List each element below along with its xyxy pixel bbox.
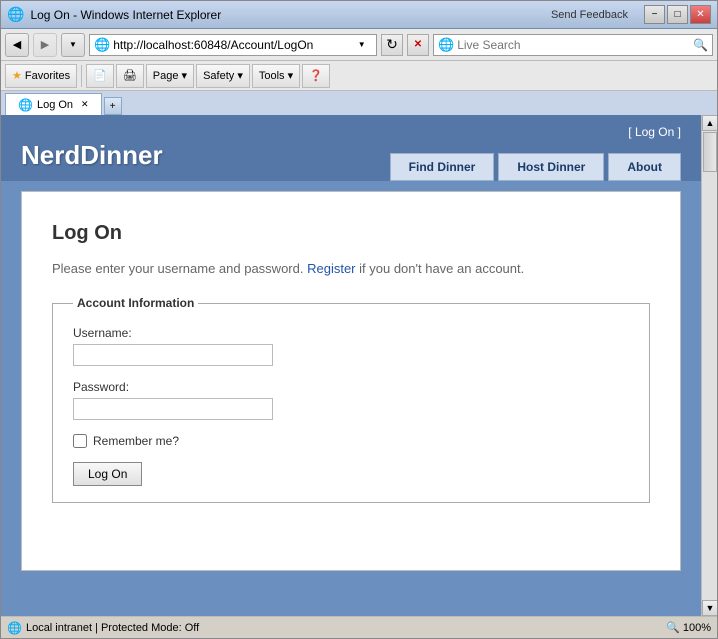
window-title: Log On - Windows Internet Explorer — [30, 8, 221, 22]
help-button[interactable]: ❓ — [302, 64, 330, 88]
tab-label: Log On — [37, 99, 73, 111]
scroll-down-button[interactable]: ▼ — [702, 600, 717, 616]
star-icon: ★ — [12, 69, 22, 82]
password-input[interactable] — [73, 398, 273, 420]
address-bar: ◀ ▶ ▼ 🌐 ▼ ↻ ✕ 🌐 🔍 — [1, 29, 717, 61]
tab-close-icon[interactable]: ✕ — [81, 99, 89, 110]
log-on-header-link: [ Log On ] — [628, 125, 681, 153]
page-button[interactable]: Page ▾ — [146, 64, 194, 88]
site-logo: NerdDinner — [21, 140, 163, 181]
rss-button[interactable]: 📄 — [86, 64, 114, 88]
refresh-button[interactable]: ↻ — [381, 34, 403, 56]
send-feedback-link[interactable]: Send Feedback — [551, 9, 628, 21]
about-nav[interactable]: About — [608, 153, 681, 181]
stop-button[interactable]: ✕ — [407, 34, 429, 56]
scroll-track[interactable] — [702, 131, 717, 600]
logon-desc-prefix: Please enter your username and password. — [52, 261, 307, 276]
remember-me-label: Remember me? — [93, 434, 179, 448]
dropdown-url-button[interactable]: ▼ — [351, 33, 372, 57]
dropdown-button[interactable]: ▼ — [61, 33, 85, 57]
status-right: 🔍 100% — [666, 621, 711, 634]
find-dinner-nav[interactable]: Find Dinner — [390, 153, 495, 181]
remember-me-row: Remember me? — [73, 434, 629, 448]
page-label: Page ▾ — [153, 69, 187, 82]
favorites-label: Favorites — [25, 70, 70, 82]
status-text: Local intranet | Protected Mode: Off — [26, 622, 199, 634]
forward-button[interactable]: ▶ — [33, 33, 57, 57]
address-field-wrap: 🌐 ▼ — [89, 34, 377, 56]
tab-bar: 🌐 Log On ✕ + — [1, 91, 717, 115]
vertical-scrollbar[interactable]: ▲ ▼ — [701, 115, 717, 616]
scroll-thumb[interactable] — [703, 132, 717, 172]
status-icon: 🌐 — [7, 621, 22, 635]
tab-ie-icon: 🌐 — [18, 98, 33, 112]
minimize-button[interactable]: − — [644, 5, 665, 24]
scroll-up-button[interactable]: ▲ — [702, 115, 717, 131]
logon-submit-button[interactable]: Log On — [73, 462, 142, 486]
username-input[interactable] — [73, 344, 273, 366]
logon-description: Please enter your username and password.… — [52, 261, 650, 276]
status-left: 🌐 Local intranet | Protected Mode: Off — [7, 621, 199, 635]
register-link[interactable]: Register — [307, 261, 355, 276]
back-button[interactable]: ◀ — [5, 33, 29, 57]
log-on-bracket-close: ] — [678, 125, 681, 139]
page-content: NerdDinner [ Log On ] Find Dinner Host D… — [1, 115, 701, 616]
remember-me-checkbox[interactable] — [73, 434, 87, 448]
print-button[interactable]: 🖨 — [116, 64, 144, 88]
logon-title: Log On — [52, 222, 650, 245]
address-input[interactable] — [113, 38, 351, 52]
log-on-bracket-open: [ — [628, 125, 635, 139]
account-info-fieldset: Account Information Username: Password: — [52, 296, 650, 503]
status-bar: 🌐 Local intranet | Protected Mode: Off 🔍… — [1, 616, 717, 638]
fieldset-legend: Account Information — [73, 296, 198, 310]
search-icon: 🔍 — [693, 38, 708, 52]
host-dinner-nav[interactable]: Host Dinner — [498, 153, 604, 181]
content-area: NerdDinner [ Log On ] Find Dinner Host D… — [1, 115, 717, 616]
tools-label: Tools ▾ — [259, 69, 293, 82]
browser-tab[interactable]: 🌐 Log On ✕ — [5, 93, 102, 115]
safety-label: Safety ▾ — [203, 69, 243, 82]
ie-address-icon: 🌐 — [94, 37, 110, 53]
new-tab-button[interactable]: + — [104, 97, 122, 115]
username-label: Username: — [73, 326, 629, 340]
live-search-input[interactable] — [457, 38, 693, 52]
safety-button[interactable]: Safety ▾ — [196, 64, 250, 88]
password-field-row: Password: — [73, 380, 629, 420]
live-search-wrap: 🌐 🔍 — [433, 34, 713, 56]
password-label: Password: — [73, 380, 629, 394]
site-header: NerdDinner [ Log On ] Find Dinner Host D… — [1, 115, 701, 181]
ie-search-logo: 🌐 — [438, 37, 454, 53]
zoom-control[interactable]: 🔍 100% — [666, 621, 711, 634]
site-nav: Find Dinner Host Dinner About — [390, 153, 681, 181]
logon-desc-suffix: if you don't have an account. — [359, 261, 524, 276]
maximize-button[interactable]: □ — [667, 5, 688, 24]
close-button[interactable]: ✕ — [690, 5, 711, 24]
content-box: Log On Please enter your username and pa… — [21, 191, 681, 571]
log-on-link[interactable]: Log On — [635, 125, 674, 139]
site-body: Log On Please enter your username and pa… — [1, 181, 701, 581]
title-bar: 🌐 Log On - Windows Internet Explorer Sen… — [1, 1, 717, 29]
username-field-row: Username: — [73, 326, 629, 366]
ie-window-icon: 🌐 — [7, 6, 24, 23]
tools-button[interactable]: Tools ▾ — [252, 64, 300, 88]
site-wrapper: NerdDinner [ Log On ] Find Dinner Host D… — [1, 115, 701, 616]
favorites-button[interactable]: ★ Favorites — [5, 64, 77, 88]
toolbar: ★ Favorites 📄 🖨 Page ▾ Safety ▾ Tools ▾ … — [1, 61, 717, 91]
